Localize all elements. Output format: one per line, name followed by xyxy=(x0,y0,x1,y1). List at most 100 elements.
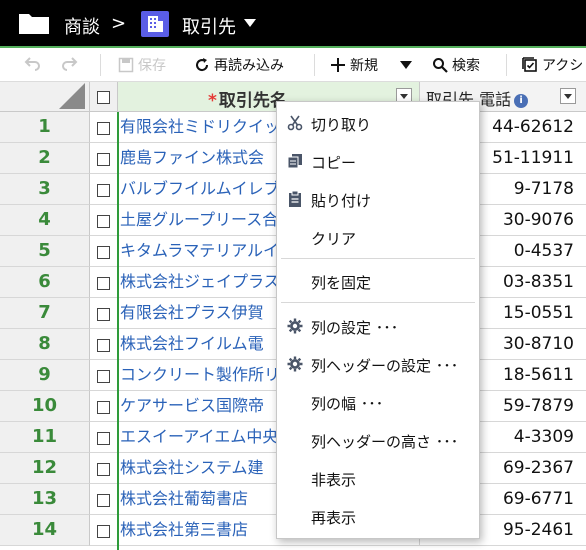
top-header-bar: 商談 > 取引先 xyxy=(0,0,586,46)
folder-icon[interactable] xyxy=(18,11,50,35)
menu-divider xyxy=(281,302,475,303)
row-number[interactable]: 9 xyxy=(0,360,90,391)
row-checkbox[interactable] xyxy=(97,525,110,538)
breadcrumb-parent[interactable]: 商談 xyxy=(64,13,100,39)
menu-item-label: クリア xyxy=(311,230,357,248)
row-checkbox-cell xyxy=(90,143,118,174)
row-checkbox[interactable] xyxy=(97,184,110,197)
toolbar-divider xyxy=(314,54,315,76)
row-checkbox[interactable] xyxy=(97,463,110,476)
search-label: 検索 xyxy=(452,58,480,74)
row-checkbox[interactable] xyxy=(97,153,110,166)
row-checkbox[interactable] xyxy=(97,494,110,507)
menu-item-label: 列を固定 xyxy=(311,274,372,292)
header-checkbox-cell xyxy=(90,82,118,112)
plus-icon xyxy=(331,58,345,72)
row-checkbox-cell xyxy=(90,112,118,143)
redo-button[interactable] xyxy=(60,55,78,71)
menu-item-paste[interactable]: 貼り付け xyxy=(277,182,479,216)
row-checkbox[interactable] xyxy=(97,277,110,290)
undo-button[interactable] xyxy=(24,55,42,71)
row-checkbox-cell xyxy=(90,484,118,515)
required-mark: * xyxy=(208,91,217,111)
menu-item-label: 非表示 xyxy=(311,471,357,489)
row-number[interactable]: 14 xyxy=(0,515,90,546)
new-label: 新規 xyxy=(350,58,378,74)
column-dropdown-button[interactable] xyxy=(560,88,576,104)
save-icon xyxy=(118,57,134,73)
menu-item-freeze-column[interactable]: 列を固定 xyxy=(277,264,479,298)
row-number[interactable]: 1 xyxy=(0,112,90,143)
action-button[interactable]: アクシ xyxy=(522,55,583,75)
reload-label: 再読み込み xyxy=(214,58,284,74)
row-checkbox[interactable] xyxy=(97,122,110,135)
row-checkbox[interactable] xyxy=(97,308,110,321)
gear-icon xyxy=(287,356,303,372)
row-number[interactable]: 4 xyxy=(0,205,90,236)
row-number[interactable]: 13 xyxy=(0,484,90,515)
action-label: アクシ xyxy=(542,58,584,74)
menu-item-hide[interactable]: 非表示 xyxy=(277,461,479,495)
menu-item-label: 列の設定 ･･･ xyxy=(311,319,399,337)
row-checkbox-cell xyxy=(90,298,118,329)
row-number[interactable]: 10 xyxy=(0,391,90,422)
search-icon xyxy=(433,58,448,73)
select-all-checkbox[interactable] xyxy=(97,91,110,104)
menu-item-label: 列ヘッダーの設定 ･･･ xyxy=(311,357,459,375)
reload-icon xyxy=(196,58,209,72)
row-checkbox[interactable] xyxy=(97,339,110,352)
row-checkbox-cell xyxy=(90,267,118,298)
row-number[interactable]: 5 xyxy=(0,236,90,267)
menu-item-column-settings[interactable]: 列の設定 ･･･ xyxy=(277,309,479,343)
menu-item-label: コピー xyxy=(311,154,357,172)
row-number[interactable]: 11 xyxy=(0,422,90,453)
menu-item-cut[interactable]: 切り取り xyxy=(277,106,479,140)
menu-item-clear[interactable]: クリア xyxy=(277,220,479,254)
row-number[interactable]: 3 xyxy=(0,174,90,205)
reload-button[interactable]: 再読み込み xyxy=(194,55,284,75)
row-checkbox-cell xyxy=(90,515,118,546)
checklist-icon xyxy=(522,57,537,72)
gear-icon xyxy=(287,318,303,334)
breadcrumb-dropdown-icon[interactable] xyxy=(244,19,256,27)
menu-item-copy[interactable]: コピー xyxy=(277,144,479,178)
row-number[interactable]: 8 xyxy=(0,329,90,360)
breadcrumb-current[interactable]: 取引先 xyxy=(182,13,236,39)
row-number[interactable]: 2 xyxy=(0,143,90,174)
row-checkbox-cell xyxy=(90,329,118,360)
row-checkbox[interactable] xyxy=(97,246,110,259)
row-checkbox-cell xyxy=(90,174,118,205)
row-number[interactable]: 12 xyxy=(0,453,90,484)
toolbar: 保存 再読み込み 新規 検索 アクシ xyxy=(0,48,586,82)
new-button[interactable]: 新規 xyxy=(330,55,378,75)
select-all-corner[interactable] xyxy=(0,82,90,112)
context-menu: 切り取りコピー貼り付けクリア列を固定列の設定 ･･･ 列ヘッダーの設定 ･･･ 列の… xyxy=(276,101,480,539)
row-checkbox[interactable] xyxy=(97,401,110,414)
row-checkbox[interactable] xyxy=(97,432,110,445)
row-checkbox[interactable] xyxy=(97,215,110,228)
search-button[interactable]: 検索 xyxy=(432,55,480,75)
row-number[interactable]: 7 xyxy=(0,298,90,329)
menu-item-label: 列の幅 ･･･ xyxy=(311,395,384,413)
building-icon xyxy=(141,11,169,37)
row-checkbox-cell xyxy=(90,422,118,453)
menu-item-unhide[interactable]: 再表示 xyxy=(277,499,479,533)
clipboard-icon xyxy=(287,190,303,207)
menu-item-column-header-settings[interactable]: 列ヘッダーの設定 ･･･ xyxy=(277,347,479,381)
row-number[interactable]: 6 xyxy=(0,267,90,298)
row-checkbox-cell xyxy=(90,360,118,391)
row-checkbox-cell xyxy=(90,236,118,267)
menu-item-label: 貼り付け xyxy=(311,192,372,210)
new-dropdown-icon[interactable] xyxy=(400,61,412,69)
corner-triangle-icon xyxy=(59,83,85,109)
toolbar-divider xyxy=(100,54,101,76)
save-button[interactable]: 保存 xyxy=(118,55,166,75)
row-checkbox-cell xyxy=(90,453,118,484)
menu-item-column-header-height[interactable]: 列ヘッダーの高さ ･･･ xyxy=(277,423,479,457)
undo-icon xyxy=(24,57,40,71)
menu-item-column-width[interactable]: 列の幅 ･･･ xyxy=(277,385,479,419)
row-checkbox[interactable] xyxy=(97,370,110,383)
save-label: 保存 xyxy=(138,58,166,74)
row-checkbox-cell xyxy=(90,391,118,422)
info-icon[interactable]: i xyxy=(514,93,529,108)
